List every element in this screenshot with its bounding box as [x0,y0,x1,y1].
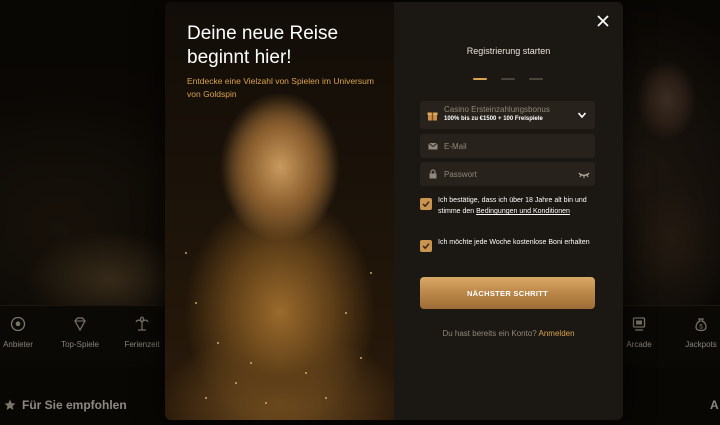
age-consent-text: Ich bestätige, dass ich über 18 Jahre al… [438,195,598,217]
step-1 [473,78,487,80]
bonus-name: Casino Ersteinzahlungsbonus [444,105,550,114]
password-placeholder: Passwort [444,169,477,179]
lock-icon [429,169,437,179]
checkmark-icon [422,243,430,250]
age-consent-checkbox[interactable] [420,198,432,210]
email-placeholder: E-Mail [444,141,467,151]
next-step-button[interactable]: NÄCHSTER SCHRITT [420,277,595,309]
registration-form-panel: Registrierung starten Casino Ersteinzahl… [394,2,623,420]
gift-icon [427,112,438,121]
chevron-down-icon [577,112,587,119]
registration-title: Registrierung starten [466,46,551,56]
promo-panel: Deine neue Reise beginnt hier! Entdecke … [165,2,394,420]
envelope-icon [428,142,438,150]
login-prompt-row: Du hast bereits ein Konto? Anmelden [394,329,623,338]
step-indicator [473,78,543,80]
checkmark-icon [422,201,430,208]
email-field[interactable]: E-Mail [420,134,595,158]
login-link[interactable]: Anmelden [539,329,575,338]
bonus-description: 100% bis zu €1500 + 100 Freispiele [444,116,543,122]
login-prompt-text: Du hast bereits ein Konto? [442,329,537,338]
newsletter-consent-checkbox[interactable] [420,240,432,252]
bonus-select[interactable]: Casino Ersteinzahlungsbonus 100% bis zu … [420,101,595,129]
terms-link[interactable]: Bedingungen und Konditionen [476,208,570,215]
registration-modal: Deine neue Reise beginnt hier! Entdecke … [165,2,623,420]
eye-hidden-icon[interactable] [578,169,590,179]
newsletter-consent-text: Ich möchte jede Woche kostenlose Boni er… [438,239,590,246]
step-3 [529,78,543,80]
password-field[interactable]: Passwort [420,162,595,186]
close-icon[interactable] [594,12,612,30]
promo-title: Deine neue Reise beginnt hier! [187,23,339,68]
step-2 [501,78,515,80]
promo-subtitle: Entdecke eine Vielzahl von Spielen im Un… [187,76,374,99]
